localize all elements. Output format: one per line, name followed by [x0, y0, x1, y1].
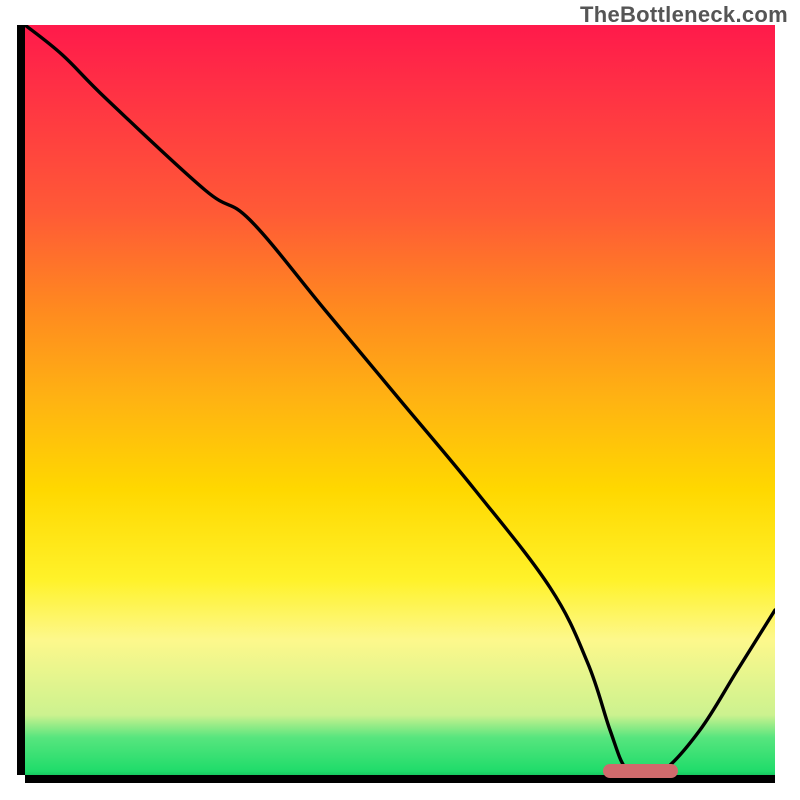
y-axis	[17, 25, 25, 775]
curve-svg	[25, 25, 775, 775]
bottleneck-curve	[25, 25, 775, 775]
chart-container: TheBottleneck.com	[0, 0, 800, 800]
optimal-zone-marker	[603, 764, 678, 778]
